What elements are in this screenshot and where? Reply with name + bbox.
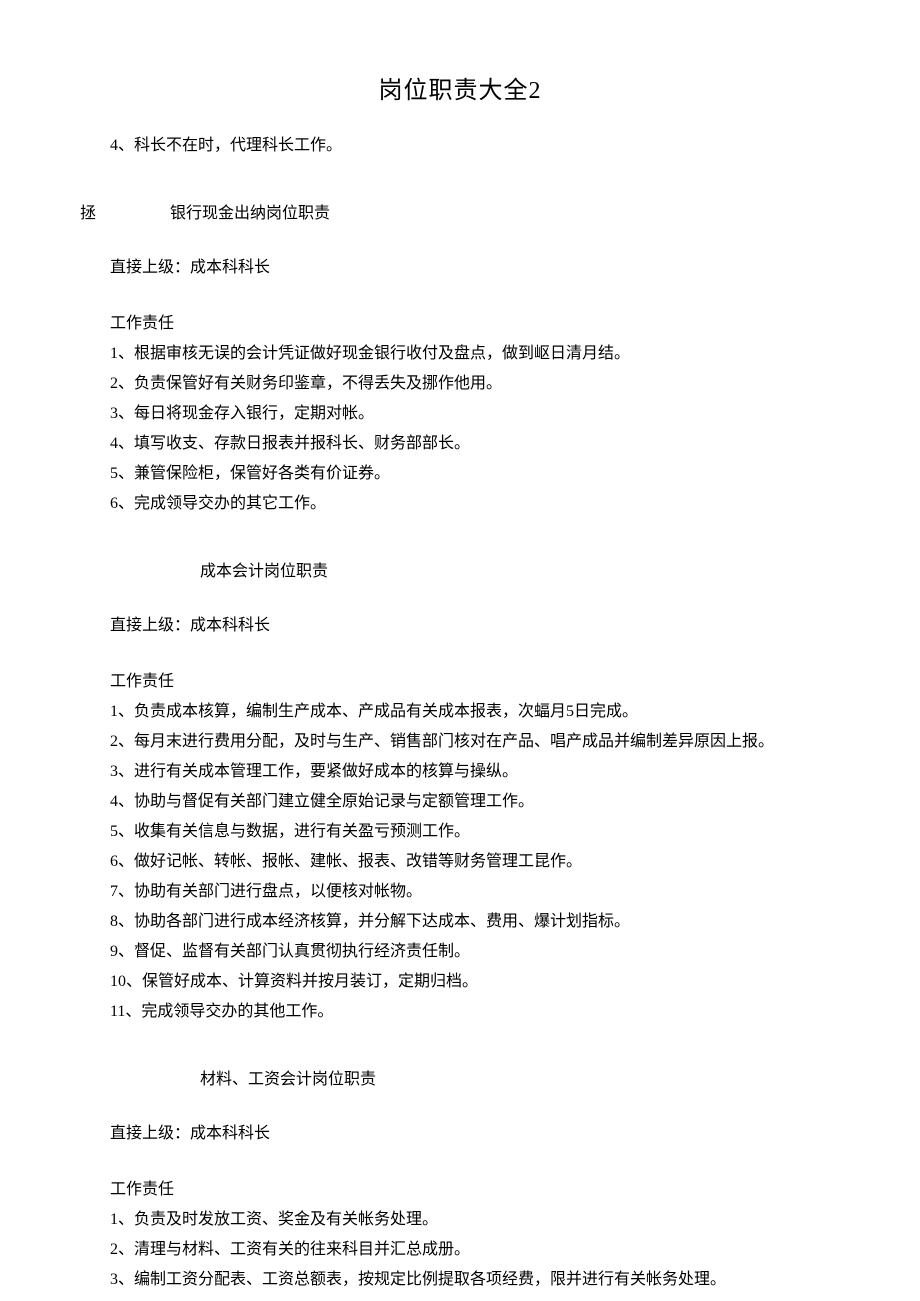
list-item: 4、填写收支、存款日报表并报科长、财务部部长。 (110, 430, 840, 458)
section-3-resp-label: 工作责任 (110, 1176, 840, 1204)
list-item: 10、保管好成本、计算资料并按月装订，定期归档。 (110, 968, 840, 996)
list-item: 6、做好记帐、转帐、报帐、建帐、报表、改错等财务管理工昆作。 (110, 848, 840, 876)
list-item: 3、进行有关成本管理工作，要紧做好成本的核算与操纵。 (110, 758, 840, 786)
intro-item: 4、科长不在时，代理科长工作。 (110, 132, 840, 160)
section-3-heading: 材料、工资会计岗位职责 (200, 1066, 840, 1094)
section-1-heading-row: 拯 银行现金出纳岗位职责 (80, 200, 840, 228)
section-1-resp-label: 工作责任 (110, 310, 840, 338)
list-item: 2、每月末进行费用分配，及时与生产、销售部门核对在产品、唱产成品并编制差异原因上… (110, 728, 840, 756)
section-2-resp-label: 工作责任 (110, 668, 840, 696)
section-1-marker: 拯 (80, 200, 96, 228)
section-1-supervisor: 直接上级：成本科科长 (110, 254, 840, 282)
list-item: 2、负责保管好有关财务印鉴章，不得丢失及挪作他用。 (110, 370, 840, 398)
list-item: 1、负责成本核算，编制生产成本、产成品有关成本报表，次蝠月5日完成。 (110, 698, 840, 726)
list-item: 5、兼管保险柜，保管好各类有价证券。 (110, 460, 840, 488)
list-item: 4、协助与督促有关部门建立健全原始记录与定额管理工作。 (110, 788, 840, 816)
list-item: 1、负责及时发放工资、奖金及有关帐务处理。 (110, 1206, 840, 1234)
section-3-supervisor: 直接上级：成本科科长 (110, 1120, 840, 1148)
list-item: 5、收集有关信息与数据，进行有关盈亏预测工作。 (110, 818, 840, 846)
list-item: 2、清理与材料、工资有关的往来科目并汇总成册。 (110, 1236, 840, 1264)
list-item: 6、完成领导交办的其它工作。 (110, 490, 840, 518)
list-item: 8、协助各部门进行成本经济核算，并分解下达成本、费用、爆计划指标。 (110, 908, 840, 936)
document-title: 岗位职责大全2 (80, 70, 840, 112)
list-item: 3、编制工资分配表、工资总额表，按规定比例提取各项经费，限并进行有关帐务处理。 (110, 1266, 840, 1294)
list-item: 3、每日将现金存入银行，定期对帐。 (110, 400, 840, 428)
list-item: 1、根据审核无误的会计凭证做好现金银行收付及盘点，做到岖日清月结。 (110, 340, 840, 368)
section-1-heading: 银行现金出纳岗位职责 (170, 200, 840, 228)
list-item: 11、完成领导交办的其他工作。 (110, 998, 840, 1026)
section-2-heading: 成本会计岗位职责 (200, 558, 840, 586)
document-body: 4、科长不在时，代理科长工作。 拯 银行现金出纳岗位职责 直接上级：成本科科长 … (80, 132, 840, 1294)
section-2-supervisor: 直接上级：成本科科长 (110, 612, 840, 640)
list-item: 9、督促、监督有关部门认真贯彻执行经济责任制。 (110, 938, 840, 966)
list-item: 7、协助有关部门进行盘点，以便核对帐物。 (110, 878, 840, 906)
